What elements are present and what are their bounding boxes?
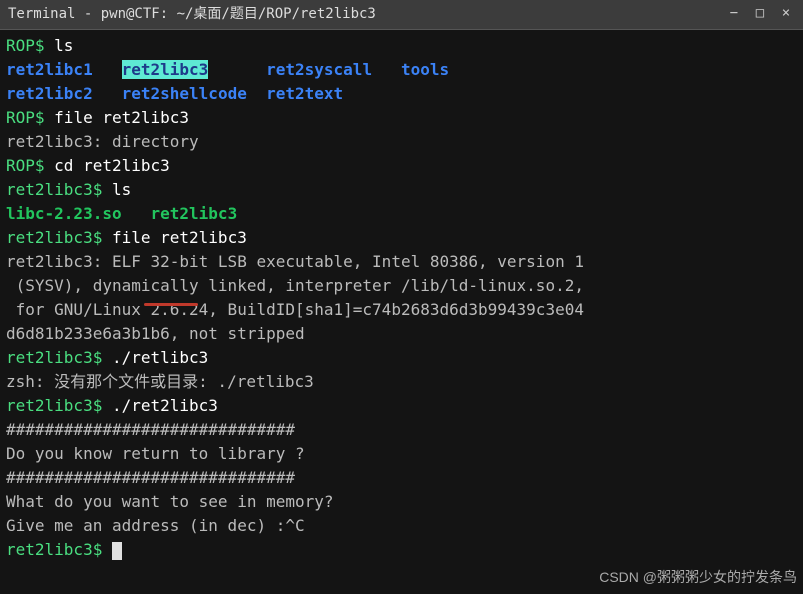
prompt: ROP$ (6, 108, 54, 127)
terminal-line: ret2libc3$ ./retlibc3 (6, 346, 797, 370)
terminal-line: What do you want to see in memory? (6, 490, 797, 514)
dir-entry: ret2libc2 (6, 84, 93, 103)
window-controls: − □ × (727, 6, 793, 20)
cursor-icon (112, 542, 122, 560)
prompt: ROP$ (6, 36, 54, 55)
terminal-line: libc-2.23.so ret2libc3 (6, 202, 797, 226)
dir-entry: ret2text (266, 84, 343, 103)
terminal-line: zsh: 没有那个文件或目录: ./retlibc3 (6, 370, 797, 394)
prompt: ROP$ (6, 156, 54, 175)
terminal-content[interactable]: ROP$ ls ret2libc1 ret2libc3 ret2syscall … (0, 30, 803, 594)
terminal-line: ret2libc3: directory (6, 130, 797, 154)
window-title: Terminal - pwn@CTF: ~/桌面/题目/ROP/ret2libc… (8, 4, 795, 25)
titlebar: Terminal - pwn@CTF: ~/桌面/题目/ROP/ret2libc… (0, 0, 803, 30)
terminal-line: (SYSV), dynamically linked, interpreter … (6, 274, 797, 298)
prompt: ret2libc3$ (6, 228, 112, 247)
terminal-line: ROP$ file ret2libc3 (6, 106, 797, 130)
terminal-line: ret2libc3: ELF 32-bit LSB executable, In… (6, 250, 797, 274)
terminal-line: ret2libc3$ (6, 538, 797, 562)
dir-entry: tools (401, 60, 449, 79)
command: ls (54, 36, 73, 55)
minimize-button[interactable]: − (727, 6, 741, 20)
prompt: ret2libc3$ (6, 540, 112, 559)
dir-entry: ret2libc1 (6, 60, 93, 79)
prompt: ret2libc3$ (6, 396, 112, 415)
terminal-line: ############################## (6, 466, 797, 490)
terminal-line: ret2libc2 ret2shellcode ret2text (6, 82, 797, 106)
command: cd ret2libc3 (54, 156, 170, 175)
terminal-window: Terminal - pwn@CTF: ~/桌面/题目/ROP/ret2libc… (0, 0, 803, 594)
command: file ret2libc3 (54, 108, 189, 127)
command: file ret2libc3 (112, 228, 247, 247)
terminal-line: ret2libc3$ ./ret2libc3 (6, 394, 797, 418)
watermark: CSDN @粥粥粥少女的拧发条鸟 (599, 567, 797, 588)
close-button[interactable]: × (779, 6, 793, 20)
terminal-line: ret2libc3$ ls (6, 178, 797, 202)
terminal-line: d6d81b233e6a3b1b6, not stripped (6, 322, 797, 346)
dir-entry: ret2syscall (266, 60, 372, 79)
annotation-underline (144, 303, 198, 306)
dir-entry: ret2shellcode (122, 84, 247, 103)
file-entry: ret2libc3 (151, 204, 238, 223)
command: ./ret2libc3 (112, 396, 218, 415)
prompt: ret2libc3$ (6, 348, 112, 367)
maximize-button[interactable]: □ (753, 6, 767, 20)
terminal-line: ROP$ ls (6, 34, 797, 58)
terminal-line: ############################## (6, 418, 797, 442)
terminal-line: ROP$ cd ret2libc3 (6, 154, 797, 178)
command: ls (112, 180, 131, 199)
command: ./retlibc3 (112, 348, 208, 367)
terminal-line: ret2libc1 ret2libc3 ret2syscall tools (6, 58, 797, 82)
terminal-line: Give me an address (in dec) :^C (6, 514, 797, 538)
terminal-line: ret2libc3$ file ret2libc3 (6, 226, 797, 250)
terminal-line: for GNU/Linux 2.6.24, BuildID[sha1]=c74b… (6, 298, 797, 322)
dir-entry-highlighted: ret2libc3 (122, 60, 209, 79)
terminal-line: Do you know return to library ? (6, 442, 797, 466)
prompt: ret2libc3$ (6, 180, 112, 199)
file-entry: libc-2.23.so (6, 204, 122, 223)
